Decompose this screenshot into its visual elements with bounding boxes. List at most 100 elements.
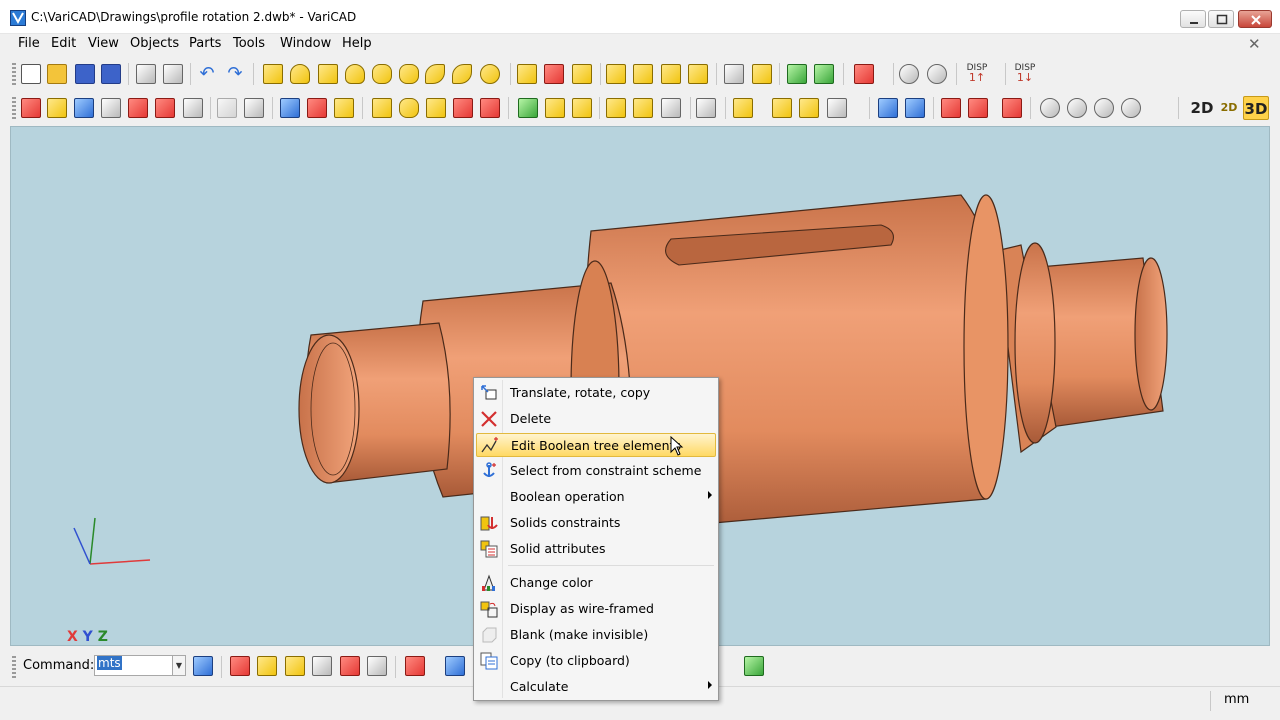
transform-icon[interactable]	[47, 98, 67, 118]
rotate-solid-icon[interactable]	[572, 64, 592, 84]
menu-item-change-color[interactable]: Change color	[476, 571, 716, 595]
assembly-link-icon[interactable]	[405, 656, 425, 676]
loft-icon[interactable]	[633, 64, 653, 84]
section-toggle-icon[interactable]	[661, 98, 681, 118]
plane-icon[interactable]	[312, 656, 332, 676]
add-solid-icon[interactable]	[517, 64, 537, 84]
menu-tools[interactable]: Tools	[233, 36, 265, 51]
tube-solid-icon[interactable]	[372, 64, 392, 84]
menu-edit[interactable]: Edit	[51, 36, 76, 51]
toolbar-grip[interactable]	[12, 656, 16, 678]
cone-solid-icon[interactable]	[345, 64, 365, 84]
pipe-solid-icon[interactable]	[425, 64, 445, 84]
box-3d-icon[interactable]	[230, 656, 250, 676]
solid-select-icon[interactable]	[518, 98, 538, 118]
menu-item-delete[interactable]: Delete	[476, 407, 716, 431]
insert-solid-icon[interactable]	[724, 64, 744, 84]
save-file-icon[interactable]	[75, 64, 95, 84]
translate-icon[interactable]	[74, 98, 94, 118]
menu-objects[interactable]: Objects	[130, 36, 179, 51]
zoom-out-icon[interactable]	[1067, 98, 1087, 118]
boolean-tree-icon[interactable]	[183, 98, 203, 118]
measure-icon[interactable]	[878, 98, 898, 118]
attribute-icon[interactable]	[101, 98, 121, 118]
view-2d-3d-button[interactable]: 2D	[1216, 96, 1242, 120]
blank-icon[interactable]	[217, 98, 237, 118]
solid-ungroup-icon[interactable]	[572, 98, 592, 118]
prism-solid-icon[interactable]	[318, 64, 338, 84]
menu-item-calculate[interactable]: Calculate	[476, 675, 716, 699]
paste-icon[interactable]	[163, 64, 183, 84]
menu-item-blank[interactable]: Blank (make invisible)	[476, 623, 716, 647]
close-button[interactable]	[1238, 10, 1272, 28]
thread-icon[interactable]	[399, 98, 419, 118]
view-plane-icon[interactable]	[367, 656, 387, 676]
minimize-button[interactable]	[1180, 10, 1206, 28]
menu-help[interactable]: Help	[342, 36, 372, 51]
view-2d-button[interactable]: 2D	[1189, 96, 1215, 120]
box-solid-icon[interactable]	[263, 64, 283, 84]
menu-item-select-constraint-scheme[interactable]: Select from constraint scheme	[476, 459, 716, 483]
extrude-icon[interactable]	[606, 64, 626, 84]
zoom-all-icon[interactable]	[927, 64, 947, 84]
query-icon[interactable]	[733, 98, 753, 118]
command-history-dropdown[interactable]: ▼	[172, 655, 186, 676]
anchor-icon[interactable]	[128, 98, 148, 118]
constraints-icon[interactable]	[155, 98, 175, 118]
display-up-icon[interactable]: DISP 1↑	[965, 64, 989, 84]
export-icon[interactable]	[968, 98, 988, 118]
menu-item-solid-attributes[interactable]: Solid attributes	[476, 537, 716, 561]
open-file-icon[interactable]	[47, 64, 67, 84]
wireframe-icon[interactable]	[244, 98, 264, 118]
query-point-icon[interactable]	[772, 98, 792, 118]
close-document-icon[interactable]: ✕	[1248, 35, 1261, 53]
menu-item-translate-rotate-copy[interactable]: Translate, rotate, copy	[476, 381, 716, 405]
group-solid-icon[interactable]	[752, 64, 772, 84]
zoom-window-icon[interactable]	[899, 64, 919, 84]
drill-icon[interactable]	[372, 98, 392, 118]
menu-item-copy-clipboard[interactable]: Copy (to clipboard)	[476, 649, 716, 673]
menu-item-display-wireframe[interactable]: Display as wire-framed	[476, 597, 716, 621]
edit-solid-icon[interactable]	[334, 98, 354, 118]
redo-icon[interactable]: ↷	[225, 64, 245, 84]
print-icon[interactable]	[1002, 98, 1022, 118]
chamfer-icon[interactable]	[453, 98, 473, 118]
mirror-solid-icon[interactable]	[787, 64, 807, 84]
assembly-icon[interactable]	[696, 98, 716, 118]
command-execute-icon[interactable]	[193, 656, 213, 676]
sphere-solid-icon[interactable]	[480, 64, 500, 84]
measure-angle-icon[interactable]	[905, 98, 925, 118]
move-solid-icon[interactable]	[544, 64, 564, 84]
solid-group-icon[interactable]	[545, 98, 565, 118]
view-3d-button[interactable]: 3D	[1243, 96, 1269, 120]
groove-icon[interactable]	[426, 98, 446, 118]
toolbar-grip[interactable]	[12, 63, 16, 85]
menu-file[interactable]: File	[18, 36, 40, 51]
toolbar-grip[interactable]	[12, 97, 16, 119]
boolean-subtract-icon[interactable]	[854, 64, 874, 84]
cut-icon[interactable]	[307, 98, 327, 118]
detail-icon[interactable]	[941, 98, 961, 118]
menu-window[interactable]: Window	[280, 36, 331, 51]
query-angle-icon[interactable]	[827, 98, 847, 118]
display-down-icon[interactable]: DISP 1↓	[1013, 64, 1037, 84]
maximize-button[interactable]	[1208, 10, 1234, 28]
zoom-previous-icon[interactable]	[1094, 98, 1114, 118]
settings-icon[interactable]	[744, 656, 764, 676]
section-icon[interactable]	[606, 98, 626, 118]
menu-parts[interactable]: Parts	[189, 36, 221, 51]
angle-profile-icon[interactable]	[285, 656, 305, 676]
save-all-icon[interactable]	[101, 64, 121, 84]
undo-icon[interactable]: ↶	[197, 64, 217, 84]
pipe-3d-icon[interactable]	[257, 656, 277, 676]
zoom-in-icon[interactable]	[1040, 98, 1060, 118]
sweep-icon[interactable]	[661, 64, 681, 84]
section-plane-icon[interactable]	[340, 656, 360, 676]
zoom-next-icon[interactable]	[1121, 98, 1141, 118]
array-solid-icon[interactable]	[814, 64, 834, 84]
cylinder-solid-icon[interactable]	[290, 64, 310, 84]
delete-icon[interactable]	[21, 98, 41, 118]
reference-icon[interactable]	[445, 656, 465, 676]
menu-item-boolean-operation[interactable]: Boolean operation	[476, 485, 716, 509]
fillet-icon[interactable]	[480, 98, 500, 118]
